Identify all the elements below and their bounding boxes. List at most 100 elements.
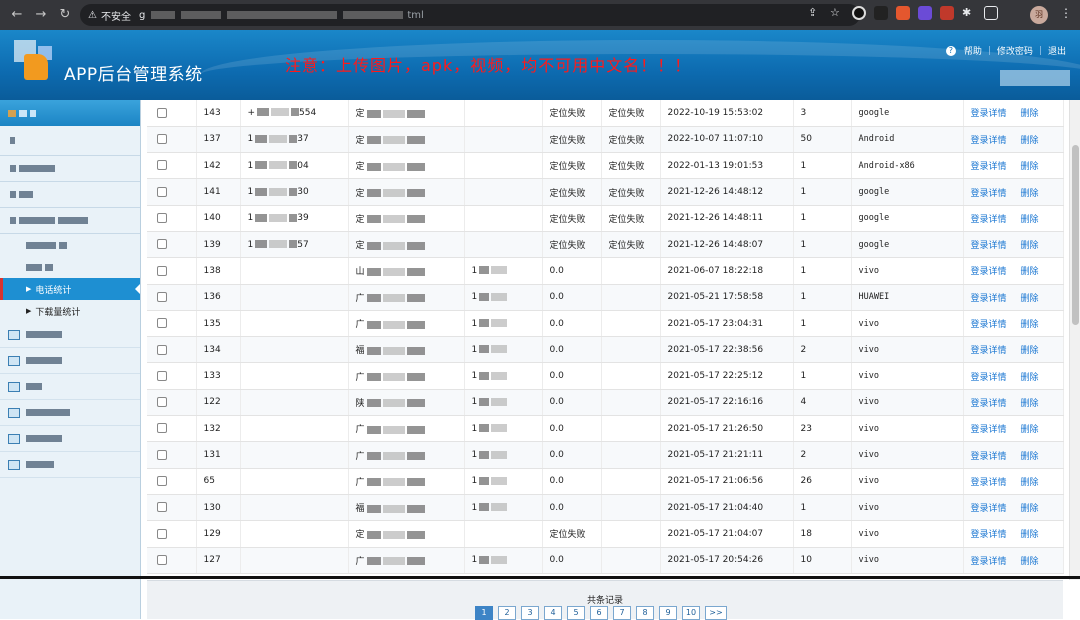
reload-icon[interactable]: ↻ xyxy=(58,8,72,22)
login-detail-link[interactable]: 登录详情 xyxy=(971,267,1007,277)
delete-link[interactable]: 删除 xyxy=(1021,109,1039,119)
vertical-scrollbar[interactable] xyxy=(1069,100,1080,580)
extension-icon[interactable] xyxy=(896,6,910,20)
row-checkbox[interactable] xyxy=(157,160,167,171)
page-10-button[interactable]: 10 xyxy=(682,606,700,620)
forward-icon[interactable]: → xyxy=(34,8,48,22)
row-checkbox[interactable] xyxy=(157,476,167,487)
extension-icon[interactable] xyxy=(874,6,888,20)
delete-link[interactable]: 删除 xyxy=(1021,189,1039,199)
change-password-link[interactable]: 修改密码 xyxy=(997,44,1033,57)
page-9-button[interactable]: 9 xyxy=(659,606,677,620)
page-6-button[interactable]: 6 xyxy=(590,606,608,620)
row-checkbox[interactable] xyxy=(157,291,167,302)
delete-link[interactable]: 删除 xyxy=(1021,136,1039,146)
delete-link[interactable]: 删除 xyxy=(1021,267,1039,277)
login-detail-link[interactable]: 登录详情 xyxy=(971,346,1007,356)
row-checkbox[interactable] xyxy=(157,397,167,408)
row-checkbox[interactable] xyxy=(157,344,167,355)
login-detail-link[interactable]: 登录详情 xyxy=(971,162,1007,172)
login-detail-link[interactable]: 登录详情 xyxy=(971,557,1007,567)
delete-link[interactable]: 删除 xyxy=(1021,241,1039,251)
delete-link[interactable]: 删除 xyxy=(1021,320,1039,330)
sidebar-group[interactable] xyxy=(0,126,140,156)
page-3-button[interactable]: 3 xyxy=(521,606,539,620)
delete-link[interactable]: 删除 xyxy=(1021,215,1039,225)
profile-avatar[interactable]: 羽 xyxy=(1030,6,1048,24)
delete-link[interactable]: 删除 xyxy=(1021,294,1039,304)
login-detail-link[interactable]: 登录详情 xyxy=(971,478,1007,488)
row-checkbox[interactable] xyxy=(157,370,167,381)
row-checkbox[interactable] xyxy=(157,528,167,539)
login-detail-link[interactable]: 登录详情 xyxy=(971,373,1007,383)
logout-link[interactable]: 退出 xyxy=(1048,44,1066,57)
more-icon[interactable]: ⋮ xyxy=(1060,6,1072,20)
puzzle-icon[interactable]: ✱ xyxy=(962,6,976,20)
sidebar-menu[interactable] xyxy=(0,348,140,374)
address-bar[interactable]: ⚠ 不安全 g tml xyxy=(80,4,860,26)
extension-icon[interactable] xyxy=(940,6,954,20)
sidebar-menu[interactable] xyxy=(0,426,140,452)
login-detail-link[interactable]: 登录详情 xyxy=(971,215,1007,225)
delete-link[interactable]: 删除 xyxy=(1021,478,1039,488)
delete-link[interactable]: 删除 xyxy=(1021,373,1039,383)
login-detail-link[interactable]: 登录详情 xyxy=(971,530,1007,540)
row-checkbox[interactable] xyxy=(157,554,167,565)
sidebar-group[interactable] xyxy=(0,182,140,208)
sidebar-group[interactable] xyxy=(0,156,140,182)
row-checkbox[interactable] xyxy=(157,239,167,250)
share-icon[interactable]: ⇪ xyxy=(808,6,822,20)
row-checkbox[interactable] xyxy=(157,107,167,118)
sidebar-menu[interactable] xyxy=(0,322,140,348)
delete-link[interactable]: 删除 xyxy=(1021,504,1039,514)
help-link[interactable]: 帮助 xyxy=(964,44,982,57)
login-detail-link[interactable]: 登录详情 xyxy=(971,425,1007,435)
login-detail-link[interactable]: 登录详情 xyxy=(971,320,1007,330)
login-detail-link[interactable]: 登录详情 xyxy=(971,399,1007,409)
row-checkbox[interactable] xyxy=(157,265,167,276)
sidebar-menu[interactable] xyxy=(0,374,140,400)
scrollbar-thumb[interactable] xyxy=(1072,145,1079,325)
sidebar-menu[interactable] xyxy=(0,452,140,478)
row-checkbox[interactable] xyxy=(157,318,167,329)
next-page-button[interactable]: >> xyxy=(705,606,727,620)
page-1-button[interactable]: 1 xyxy=(475,606,493,620)
login-detail-link[interactable]: 登录详情 xyxy=(971,241,1007,251)
sidebar-subitem[interactable] xyxy=(0,234,140,256)
delete-link[interactable]: 删除 xyxy=(1021,162,1039,172)
delete-link[interactable]: 删除 xyxy=(1021,452,1039,462)
delete-link[interactable]: 删除 xyxy=(1021,346,1039,356)
extension-icon[interactable] xyxy=(918,6,932,20)
star-icon[interactable]: ☆ xyxy=(830,6,844,20)
delete-link[interactable]: 删除 xyxy=(1021,399,1039,409)
login-detail-link[interactable]: 登录详情 xyxy=(971,136,1007,146)
page-4-button[interactable]: 4 xyxy=(544,606,562,620)
delete-link[interactable]: 删除 xyxy=(1021,425,1039,435)
page-8-button[interactable]: 8 xyxy=(636,606,654,620)
sidepanel-icon[interactable] xyxy=(984,6,998,20)
row-checkbox[interactable] xyxy=(157,213,167,224)
row-checkbox[interactable] xyxy=(157,423,167,434)
page-2-button[interactable]: 2 xyxy=(498,606,516,620)
login-detail-link[interactable]: 登录详情 xyxy=(971,504,1007,514)
back-icon[interactable]: ← xyxy=(10,8,24,22)
login-detail-link[interactable]: 登录详情 xyxy=(971,452,1007,462)
row-checkbox[interactable] xyxy=(157,134,167,145)
delete-link[interactable]: 删除 xyxy=(1021,530,1039,540)
row-checkbox[interactable] xyxy=(157,502,167,513)
sidebar-menu[interactable] xyxy=(0,400,140,426)
row-checkbox[interactable] xyxy=(157,449,167,460)
login-detail-link[interactable]: 登录详情 xyxy=(971,189,1007,199)
sidebar-item-call-stats[interactable]: ▶ 电话统计 xyxy=(0,278,140,300)
sidebar-group[interactable] xyxy=(0,208,140,234)
page-7-button[interactable]: 7 xyxy=(613,606,631,620)
delete-link[interactable]: 删除 xyxy=(1021,557,1039,567)
cell-id: 129 xyxy=(196,520,241,548)
login-detail-link[interactable]: 登录详情 xyxy=(971,294,1007,304)
row-checkbox[interactable] xyxy=(157,186,167,197)
sidebar-subitem[interactable] xyxy=(0,256,140,278)
extension-icon[interactable] xyxy=(852,6,866,20)
login-detail-link[interactable]: 登录详情 xyxy=(971,109,1007,119)
page-5-button[interactable]: 5 xyxy=(567,606,585,620)
sidebar-item-download-stats[interactable]: ▶ 下载量统计 xyxy=(0,300,140,322)
